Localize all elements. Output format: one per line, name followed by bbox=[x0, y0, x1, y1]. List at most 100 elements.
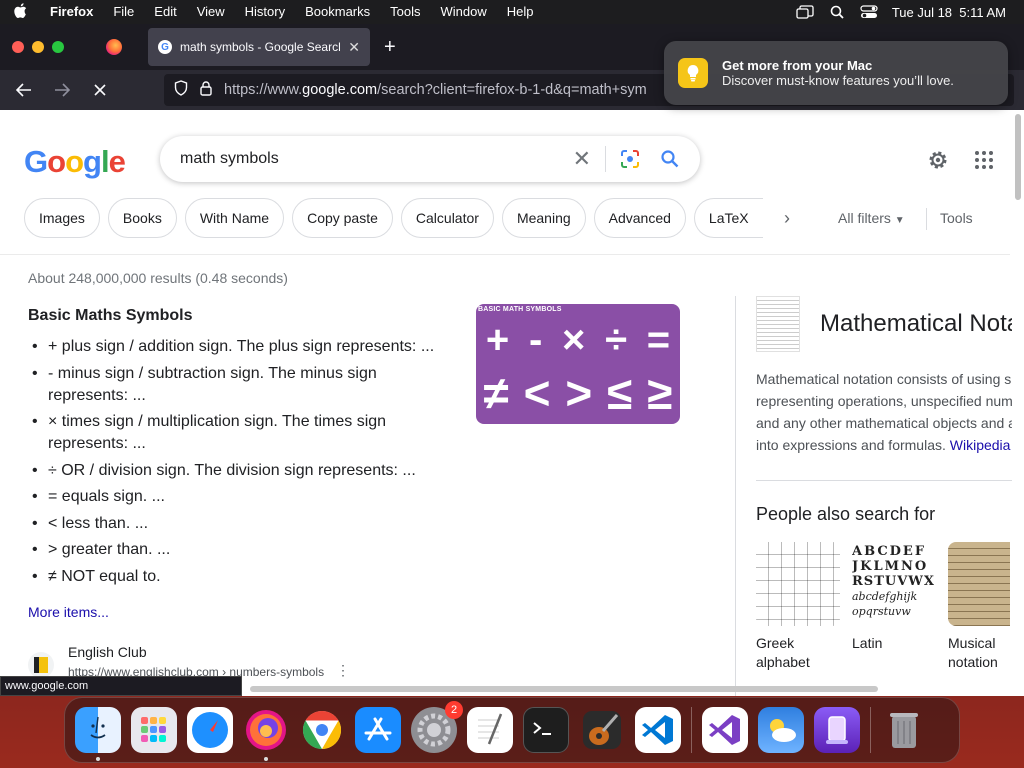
google-favicon-icon: G bbox=[158, 40, 172, 54]
apple-menu-icon[interactable] bbox=[0, 3, 40, 21]
url-prefix: https://www. bbox=[224, 82, 303, 98]
knowledge-panel-thumbnail[interactable] bbox=[756, 296, 800, 352]
forward-button[interactable] bbox=[48, 76, 76, 104]
list-item-text: ÷ OR / division sign. The division sign … bbox=[48, 461, 416, 479]
simulator-icon[interactable] bbox=[814, 707, 860, 753]
menu-history[interactable]: History bbox=[235, 0, 295, 24]
lock-icon[interactable] bbox=[200, 80, 212, 100]
description-line: Mathematical notation consists of using … bbox=[756, 371, 1012, 387]
tips-lightbulb-icon bbox=[678, 58, 708, 88]
zoom-window-button[interactable] bbox=[52, 41, 64, 53]
google-lens-icon[interactable] bbox=[620, 149, 640, 169]
settings-gear-icon[interactable] bbox=[926, 148, 950, 172]
terminal-icon[interactable] bbox=[523, 707, 569, 753]
menu-help[interactable]: Help bbox=[497, 0, 544, 24]
clear-search-icon[interactable]: ✕ bbox=[573, 146, 606, 172]
menu-edit[interactable]: Edit bbox=[144, 0, 186, 24]
chip-meaning[interactable]: Meaning bbox=[501, 198, 586, 238]
firefox-dock-icon[interactable] bbox=[243, 707, 289, 761]
url-path: /search?client=firefox-b-1-d&q=math+sym bbox=[377, 82, 647, 98]
active-tab[interactable]: G math symbols - Google Search ✕ bbox=[148, 28, 370, 66]
chip-advanced[interactable]: Advanced bbox=[593, 198, 686, 238]
chevron-right-icon[interactable]: › bbox=[784, 208, 790, 229]
featured-snippet-title: Basic Maths Symbols bbox=[28, 307, 193, 324]
related-label-latin[interactable]: Latin bbox=[852, 634, 936, 653]
notification-banner[interactable]: Get more from your Mac Discover must-kno… bbox=[664, 41, 1008, 105]
menu-bookmarks[interactable]: Bookmarks bbox=[295, 0, 380, 24]
close-window-button[interactable] bbox=[12, 41, 24, 53]
symbol: ≥ bbox=[647, 367, 673, 419]
weather-icon[interactable] bbox=[758, 707, 804, 753]
search-icon[interactable] bbox=[660, 149, 680, 169]
greek-alphabet-image[interactable] bbox=[756, 542, 840, 626]
google-apps-grid-icon[interactable] bbox=[974, 150, 994, 170]
related-label-greek[interactable]: Greek alphabet bbox=[756, 634, 840, 672]
list-item: • - minus sign / subtraction sign. The mi… bbox=[28, 363, 448, 407]
back-button[interactable] bbox=[10, 76, 38, 104]
stop-loading-button[interactable] bbox=[86, 76, 114, 104]
garageband-icon[interactable] bbox=[579, 707, 625, 753]
running-indicator bbox=[264, 757, 268, 761]
symbol: < bbox=[523, 367, 551, 419]
chip-latex[interactable]: LaTeX bbox=[693, 198, 763, 238]
bullet: • bbox=[32, 338, 38, 355]
google-logo[interactable]: Google bbox=[24, 144, 126, 180]
close-tab-icon[interactable]: ✕ bbox=[348, 39, 360, 56]
chip-copy-paste[interactable]: Copy paste bbox=[292, 198, 393, 238]
musical-notation-image[interactable] bbox=[948, 542, 1010, 626]
more-items-link[interactable]: More items... bbox=[28, 604, 109, 620]
latin-alphabet-image[interactable]: ABCDEF JKLMNO RSTUVWX abcdefghijk opqrst… bbox=[852, 542, 936, 626]
menubar-clock[interactable]: Tue Jul 18 5:11 AM bbox=[892, 5, 1006, 20]
spotlight-search-icon[interactable] bbox=[828, 5, 846, 19]
tools-button[interactable]: Tools bbox=[940, 210, 973, 226]
trash-icon[interactable] bbox=[881, 707, 927, 753]
horizontal-scrollbar[interactable] bbox=[250, 686, 878, 692]
related-label-musical[interactable]: Musical notation bbox=[948, 634, 1010, 672]
visual-studio-icon[interactable] bbox=[702, 707, 748, 753]
image-caption: BASIC MATH SYMBOLS bbox=[478, 306, 562, 313]
chrome-icon[interactable] bbox=[299, 707, 345, 753]
menu-app-name[interactable]: Firefox bbox=[40, 0, 103, 24]
search-input[interactable]: math symbols bbox=[180, 150, 573, 168]
result-site-name[interactable]: English Club bbox=[68, 644, 147, 660]
control-center-icon[interactable] bbox=[860, 5, 878, 19]
chip-images[interactable]: Images bbox=[24, 198, 100, 238]
menu-view[interactable]: View bbox=[187, 0, 235, 24]
bullet: • bbox=[32, 413, 38, 430]
system-settings-icon[interactable]: 2 bbox=[411, 701, 463, 753]
textedit-icon[interactable] bbox=[467, 707, 513, 753]
screen-mirroring-icon[interactable] bbox=[796, 5, 814, 19]
scrollbar-thumb[interactable] bbox=[1015, 114, 1021, 200]
wikipedia-link[interactable]: Wikipedia bbox=[950, 437, 1011, 453]
all-filters-button[interactable]: All filters ▼ bbox=[838, 210, 905, 226]
menu-window[interactable]: Window bbox=[431, 0, 497, 24]
menu-file[interactable]: File bbox=[103, 0, 144, 24]
description-line: representing operations, unspecified num bbox=[756, 393, 1013, 409]
new-tab-button[interactable]: + bbox=[384, 36, 396, 59]
latin-art-line: abcdefghijk bbox=[852, 590, 918, 603]
dock-separator bbox=[870, 707, 871, 753]
dropdown-arrow-icon: ▼ bbox=[894, 215, 905, 226]
menu-tools[interactable]: Tools bbox=[380, 0, 430, 24]
minimize-window-button[interactable] bbox=[32, 41, 44, 53]
list-item-text: ≠ NOT equal to. bbox=[48, 567, 161, 585]
chip-books[interactable]: Books bbox=[107, 198, 177, 238]
tracking-protection-shield-icon[interactable] bbox=[174, 80, 188, 100]
notification-badge: 2 bbox=[445, 701, 463, 719]
launchpad-icon[interactable] bbox=[131, 707, 177, 753]
math-symbols-image[interactable]: BASIC MATH SYMBOLS + - × ÷ = ≠ < > ≤ ≥ bbox=[476, 304, 680, 424]
list-item: • × times sign / multiplication sign. The… bbox=[28, 411, 448, 455]
finder-icon[interactable] bbox=[75, 707, 121, 761]
knowledge-panel-title: Mathematical Notation bbox=[820, 310, 1024, 337]
chip-with-name[interactable]: With Name bbox=[184, 198, 285, 238]
bullet: • bbox=[32, 461, 38, 479]
list-item: • + plus sign / addition sign. The plus s… bbox=[28, 336, 448, 358]
chip-calculator[interactable]: Calculator bbox=[400, 198, 494, 238]
firefox-view-tab[interactable] bbox=[84, 39, 144, 55]
safari-icon[interactable] bbox=[187, 707, 233, 753]
more-options-icon[interactable]: ⋮ bbox=[336, 662, 350, 679]
search-box[interactable]: math symbols ✕ bbox=[160, 136, 700, 182]
vertical-scrollbar[interactable] bbox=[1012, 110, 1024, 696]
vscode-icon[interactable] bbox=[635, 707, 681, 753]
app-store-icon[interactable] bbox=[355, 707, 401, 753]
